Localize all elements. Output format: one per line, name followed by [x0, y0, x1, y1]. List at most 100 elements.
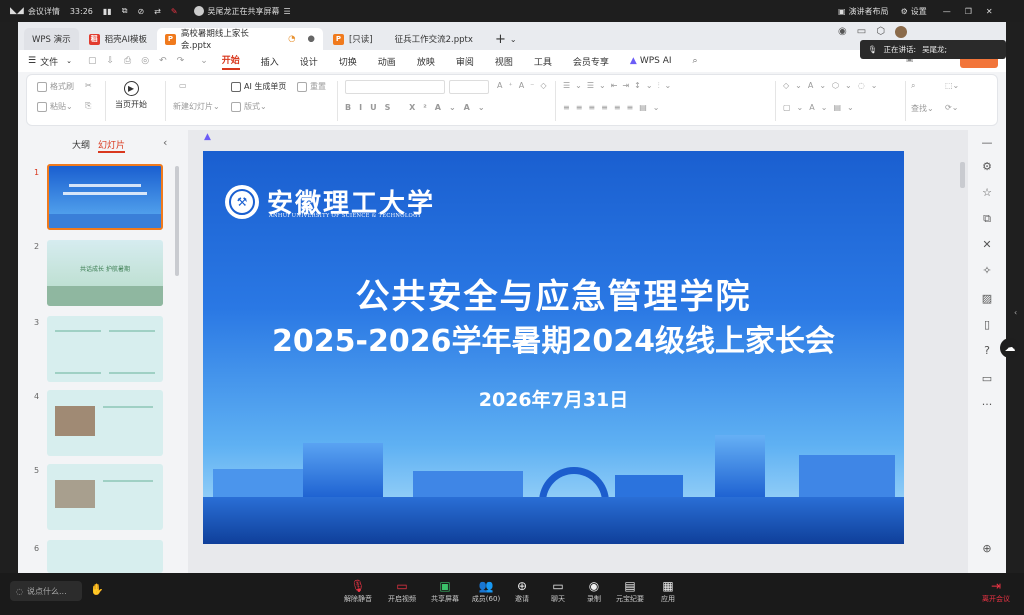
collapse-icon[interactable]: — — [980, 136, 994, 150]
export-icon[interactable]: ⇩ — [106, 56, 114, 66]
user-avatar[interactable] — [894, 26, 907, 38]
image-icon[interactable]: ▨ — [980, 292, 994, 306]
tools-icon[interactable]: ✕ — [980, 238, 994, 252]
menu-design[interactable]: 设计 — [300, 55, 318, 68]
leave-meeting-button[interactable]: ⇥ 离开会议 — [976, 579, 1016, 604]
slide-thumbnail-1[interactable] — [47, 164, 163, 230]
raise-hand-icon[interactable]: ✋ — [90, 583, 104, 596]
settings-button[interactable]: 设置 — [911, 6, 927, 17]
meeting-details[interactable]: ◣◢ 会议详情 — [10, 6, 60, 17]
restore-icon[interactable]: ❐ — [965, 7, 972, 16]
layout-button[interactable]: 演讲者布局 — [849, 6, 889, 17]
more-icon[interactable]: ⌄ — [200, 56, 208, 66]
save-icon[interactable]: ▢ — [88, 56, 97, 66]
new-slide-button[interactable]: 新建幻灯片 ⌄ — [173, 101, 220, 112]
close-icon[interactable]: ✕ — [986, 7, 993, 16]
new-tab-button[interactable]: + ⌄ — [487, 28, 525, 50]
menu-review[interactable]: 审阅 — [456, 55, 474, 68]
list-controls[interactable]: ☰⌄☰⌄⇤⇥↕⌄⫶⌄ — [563, 81, 676, 91]
ai-generate-button[interactable]: AI 生成单页 — [231, 81, 286, 92]
window-icon[interactable]: ▭ — [857, 26, 866, 38]
copy-layers-icon[interactable]: ⧉ — [980, 212, 994, 226]
pane-scrollbar[interactable] — [175, 166, 179, 276]
canvas-scrollbar[interactable] — [960, 162, 965, 188]
tab-dropdown-icon[interactable]: ⌄ — [510, 35, 517, 44]
apps-button[interactable]: ▦ 应用 — [648, 579, 688, 604]
undo-icon[interactable]: ↶ — [159, 56, 167, 66]
unmute-button[interactable]: 🎙 解除静音 — [338, 579, 378, 604]
outline-tab[interactable]: 大纲 — [72, 138, 90, 151]
slide-thumbnail-5[interactable] — [47, 464, 163, 530]
align-controls[interactable]: ≡≡≡≡≡≡▤⌄ — [563, 103, 665, 112]
ai-assist-icon[interactable]: ▲ — [204, 132, 211, 142]
book-icon[interactable]: ▯ — [980, 318, 994, 332]
slide-thumbnail-2[interactable]: 共话成长 护航暑期 — [47, 240, 163, 306]
menu-wps-ai[interactable]: WPS AI — [640, 56, 672, 66]
share-icon[interactable]: ⇄ — [154, 7, 161, 16]
redo-icon[interactable]: ↷ — [177, 56, 185, 66]
menu-transition[interactable]: 切换 — [339, 55, 357, 68]
reset-button[interactable]: 重置 — [297, 81, 326, 92]
invite-button[interactable]: ⊕ 邀请 — [502, 579, 542, 604]
copy-icon[interactable]: ⎘ — [85, 101, 91, 111]
slides-tab[interactable]: 幻灯片 — [98, 138, 126, 153]
tab-wps-home[interactable]: WPS 演示 — [24, 28, 79, 50]
help-icon[interactable]: ? — [980, 344, 994, 358]
slide-thumbnail-4[interactable] — [47, 390, 163, 456]
search-icon[interactable]: ⌕ — [693, 56, 698, 66]
cube-icon[interactable]: ⬡ — [876, 26, 885, 38]
menu-file[interactable]: 文件 — [40, 55, 58, 68]
shape-controls[interactable]: ◇⌄A⌄⬡⌄◌⌄ — [783, 81, 883, 90]
arrange-controls[interactable]: ▢⌄A⌄▤⌄ — [783, 103, 860, 112]
minimize-icon[interactable]: — — [943, 7, 951, 16]
format-painter-button[interactable]: 格式刷 — [37, 81, 74, 92]
font-size-controls[interactable]: A⁺A⁻◇ — [497, 81, 553, 90]
find-button[interactable]: 查找 ⌄ — [911, 103, 934, 114]
preview-icon[interactable]: ◎ — [141, 56, 149, 66]
play-from-current-button[interactable]: ▸ 当页开始 — [115, 81, 147, 110]
menu-icon[interactable]: ☰ — [284, 7, 291, 16]
paste-button[interactable]: 粘贴 ⌄ — [37, 101, 73, 112]
favorite-icon[interactable]: ☆ — [980, 186, 994, 200]
current-slide[interactable]: ⚒ 安徽理工大学 ANHUI UNIVERSITY OF SCIENCE & T… — [203, 151, 904, 544]
more-icon[interactable]: ··· — [980, 398, 994, 412]
bot-icon[interactable]: ◉ — [838, 26, 847, 38]
chat-button[interactable]: ▭ 聊天 — [538, 579, 578, 604]
tab-dot-icon[interactable]: ● — [308, 34, 315, 44]
hide-icon[interactable]: ⊘ — [137, 7, 144, 16]
tab-docer[interactable]: 稻 稻壳AI模板 — [81, 28, 155, 50]
menu-view[interactable]: 视图 — [495, 55, 513, 68]
menu-tools[interactable]: 工具 — [534, 55, 552, 68]
font-size-select[interactable] — [449, 80, 489, 94]
text-format-buttons[interactable]: BIUS X²A⌄A⌄ — [345, 103, 493, 112]
menu-insert[interactable]: 插入 — [261, 55, 279, 68]
slide-thumbnail-6[interactable] — [47, 540, 163, 573]
share-screen-button[interactable]: ▣ 共享屏幕 — [425, 579, 465, 604]
tab-current-pptx[interactable]: P 高校暑期线上家长会.pptx ◔ ● — [156, 28, 323, 51]
menu-animation[interactable]: 动画 — [378, 55, 396, 68]
collapse-pane-icon[interactable]: ‹ — [163, 136, 167, 149]
font-family-select[interactable] — [345, 80, 445, 94]
cloud-float-icon[interactable]: ☁ — [1000, 338, 1020, 358]
cut-icon[interactable]: ✂ — [85, 81, 92, 90]
side-arrow-icon[interactable]: ‹ — [1014, 308, 1017, 317]
record-button[interactable]: ◉ 录制 — [574, 579, 614, 604]
chat-input[interactable]: ◌ 说点什么... — [10, 581, 82, 601]
members-button[interactable]: 👥 成员(60) — [466, 579, 506, 604]
menu-home[interactable]: 开始 — [221, 53, 240, 70]
menu-member[interactable]: 会员专享 — [573, 55, 609, 68]
replace-icon[interactable]: ⬚⌄ — [945, 81, 959, 90]
layout-button[interactable]: 版式 ⌄ — [231, 101, 267, 112]
popout-icon[interactable]: ⧉ — [122, 6, 128, 16]
tab-readonly-pptx[interactable]: P [只读] 征兵工作交流2.pptx — [325, 28, 485, 50]
video-button[interactable]: ▭ 开启视频 — [382, 579, 422, 604]
ai-sparkle-icon[interactable]: ✧ — [980, 264, 994, 278]
hamburger-icon[interactable]: ☰ — [28, 56, 36, 66]
zoom-icon[interactable]: ⊕ — [980, 542, 994, 556]
properties-icon[interactable]: ⚙ — [980, 160, 994, 174]
print-icon[interactable]: ⎙ — [124, 56, 131, 66]
select-icon[interactable]: ⟳⌄ — [945, 103, 958, 112]
slide-thumbnail-3[interactable] — [47, 316, 163, 382]
menu-slideshow[interactable]: 放映 — [417, 55, 435, 68]
comment-icon[interactable]: ▭ — [980, 372, 994, 386]
